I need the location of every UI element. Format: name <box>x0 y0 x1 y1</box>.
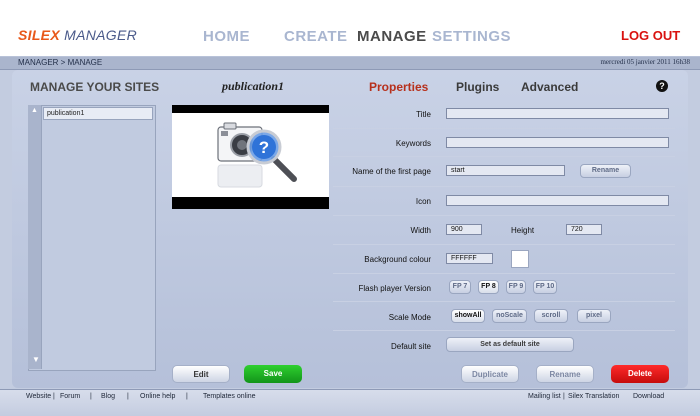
rename-page-button[interactable]: Rename <box>580 164 631 178</box>
scale-scroll-button[interactable]: scroll <box>534 309 568 323</box>
row-divider <box>333 156 675 157</box>
first-page-label: Name of the first page <box>352 167 431 176</box>
row-divider <box>333 244 675 245</box>
footer-separator: | <box>90 393 92 400</box>
breadcrumb: MANAGER > MANAGE <box>18 58 103 67</box>
help-icon[interactable]: ? <box>656 80 668 92</box>
keywords-label: Keywords <box>395 139 431 148</box>
row-divider <box>333 330 675 331</box>
title-field[interactable] <box>446 108 669 119</box>
footer-link-mailing-list[interactable]: Mailing list <box>528 393 561 400</box>
set-default-site-button[interactable]: Set as default site <box>446 337 574 352</box>
publication-title: publication1 <box>222 79 285 93</box>
camera-search-icon: ? <box>217 122 297 188</box>
row-divider <box>333 215 675 216</box>
scale-showall-button[interactable]: showAll <box>451 309 485 323</box>
logout-link[interactable]: LOG OUT <box>621 28 680 43</box>
nav-create[interactable]: CREATE <box>284 28 348 45</box>
nav-home[interactable]: HOME <box>203 28 250 45</box>
date-display: mercredi 05 janvier 2011 16h38 <box>600 58 690 66</box>
row-divider <box>333 128 675 129</box>
icon-field[interactable] <box>446 195 669 206</box>
scroll-down-icon[interactable]: ▼ <box>32 355 40 364</box>
footer-link-blog[interactable]: Blog <box>101 393 115 400</box>
flash-version-label: Flash player Version <box>358 284 431 293</box>
scroll-up-icon[interactable]: ▲ <box>31 107 38 114</box>
title-label: Title <box>416 110 431 119</box>
site-list <box>28 105 156 371</box>
footer-link-website[interactable]: Website <box>26 393 51 400</box>
default-site-label: Default site <box>390 342 431 351</box>
duplicate-button[interactable]: Duplicate <box>461 365 519 383</box>
nav-manage[interactable]: MANAGE <box>357 28 427 45</box>
tab-advanced[interactable]: Advanced <box>521 80 578 94</box>
width-field[interactable]: 900 <box>446 224 482 235</box>
footer-link-download[interactable]: Download <box>633 393 664 400</box>
nav-settings[interactable]: SETTINGS <box>432 28 511 45</box>
footer-separator: | <box>53 393 55 400</box>
footer-link-forum[interactable]: Forum <box>60 393 80 400</box>
save-button[interactable]: Save <box>244 365 302 383</box>
footer-link-online-help[interactable]: Online help <box>140 393 175 400</box>
scale-pixel-button[interactable]: pixel <box>577 309 611 323</box>
rename-site-button[interactable]: Rename <box>536 365 594 383</box>
sites-title: MANAGE YOUR SITES <box>30 80 160 94</box>
app-logo[interactable]: SILEX MANAGER <box>18 27 137 43</box>
tab-plugins[interactable]: Plugins <box>456 80 499 94</box>
color-swatch[interactable] <box>511 250 529 268</box>
scale-noscale-button[interactable]: noScale <box>492 309 527 323</box>
flash-fp9-button[interactable]: FP 9 <box>506 280 526 294</box>
logo-silex: SILEX <box>18 27 60 43</box>
tab-properties[interactable]: Properties <box>369 80 428 94</box>
flash-fp10-button[interactable]: FP 10 <box>533 280 557 294</box>
delete-button[interactable]: Delete <box>611 365 669 383</box>
row-divider <box>333 273 675 274</box>
svg-text:?: ? <box>259 138 269 157</box>
footer-link-translation[interactable]: Silex Translation <box>568 393 619 400</box>
height-label: Height <box>511 226 535 235</box>
background-colour-label: Background colour <box>364 255 431 264</box>
row-divider <box>333 186 675 187</box>
footer-link-templates[interactable]: Templates online <box>203 393 256 400</box>
first-page-field[interactable]: start <box>446 165 565 176</box>
height-field[interactable]: 720 <box>566 224 602 235</box>
footer-separator: | <box>186 393 188 400</box>
logo-manager: MANAGER <box>59 27 138 43</box>
edit-button[interactable]: Edit <box>172 365 230 383</box>
breadcrumb-bar <box>0 57 700 70</box>
site-list-scrollbar[interactable] <box>28 105 42 369</box>
background-colour-field[interactable]: FFFFFF <box>446 253 493 264</box>
keywords-field[interactable] <box>446 137 669 148</box>
footer-separator: | <box>563 393 565 400</box>
icon-label: Icon <box>415 197 431 206</box>
width-label: Width <box>410 226 431 235</box>
flash-fp8-button[interactable]: FP 8 <box>478 280 499 294</box>
flash-fp7-button[interactable]: FP 7 <box>449 280 471 294</box>
site-list-item[interactable]: publication1 <box>43 107 153 120</box>
row-divider <box>333 301 675 302</box>
scale-mode-label: Scale Mode <box>388 313 431 322</box>
footer-separator: | <box>127 393 129 400</box>
